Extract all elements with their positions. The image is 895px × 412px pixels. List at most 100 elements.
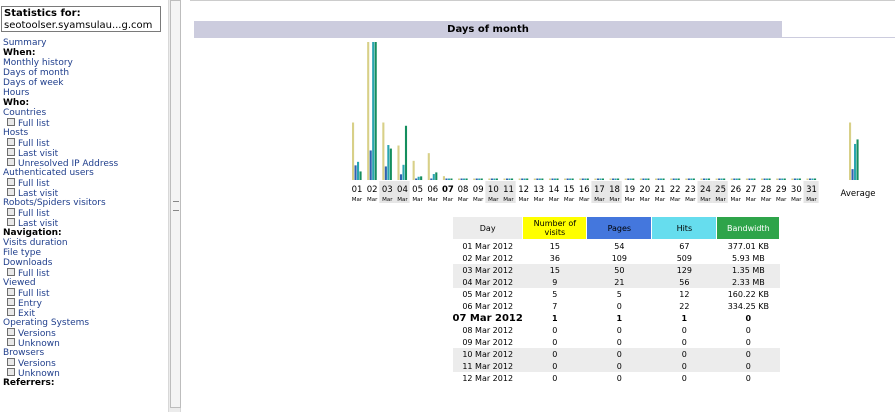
submenu-bullet-icon: [7, 188, 15, 196]
menu-link-monthly-history[interactable]: Monthly history: [3, 58, 118, 68]
bar-visits-day-01: [352, 122, 355, 180]
menu-item-label: Robots/Spiders visitors: [3, 198, 106, 208]
bar-hits-day-30: [796, 178, 799, 180]
statistics-for-label: Statistics for:: [4, 8, 81, 19]
bar-bandwidth-day-21: [662, 178, 665, 180]
bandwidth-cell: 0: [716, 360, 780, 372]
month-label-06: Mar: [428, 197, 439, 203]
menu-link-browsers[interactable]: Browsers: [3, 348, 118, 358]
main-content: Days of month 01 Mar 02 Mar 03 Mar 04 Mar 05 Mar 0…: [182, 0, 895, 412]
pages-cell: 5: [616, 289, 622, 299]
menu-link-days-of-week[interactable]: Days of week: [3, 78, 118, 88]
menu-sublink-unresolved-ip-address[interactable]: Unresolved IP Address: [3, 158, 118, 169]
menu-sublink-last-visit[interactable]: Last visit: [3, 188, 118, 199]
bar-hits-day-05: [417, 176, 420, 180]
day-cell: 08 Mar 2012: [462, 325, 514, 335]
menu-link-countries[interactable]: Countries: [3, 108, 118, 118]
menu-sublink-full-list[interactable]: Full list: [3, 268, 118, 279]
bar-bandwidth-day-16: [586, 178, 589, 180]
menu-link-authenticated-users[interactable]: Authenticated users: [3, 168, 118, 178]
bar-pages-day-22: [672, 178, 675, 180]
menu-sublink-last-visit[interactable]: Last visit: [3, 218, 118, 229]
menu-sublink-unknown[interactable]: Unknown: [3, 368, 118, 379]
bar-pages-day-29: [778, 178, 781, 180]
visits-cell: 0: [552, 325, 558, 335]
menu-sublink-entry[interactable]: Entry: [3, 298, 118, 309]
day-cell: 02 Mar 2012: [462, 253, 514, 263]
menu-link-summary[interactable]: Summary: [3, 38, 118, 48]
bar-visits-day-18: [609, 178, 612, 180]
menu-link-days-of-month[interactable]: Days of month: [3, 68, 118, 78]
visits-cell: 7: [552, 301, 558, 311]
month-label-20: Mar: [640, 197, 651, 203]
day-cell: 10 Mar 2012: [452, 348, 523, 360]
bar-hits-day-13: [538, 178, 541, 180]
menu-link-viewed[interactable]: Viewed: [3, 278, 118, 288]
menu-sublink-full-list[interactable]: Full list: [3, 118, 118, 129]
menu-sublink-last-visit[interactable]: Last visit: [3, 148, 118, 159]
menu-sublink-full-list[interactable]: Full list: [3, 208, 118, 219]
menu-sublink-full-list[interactable]: Full list: [3, 178, 118, 189]
menu-link-operating-systems[interactable]: Operating Systems: [3, 318, 118, 328]
bar-pages-day-03: [384, 166, 387, 180]
menu-item-label: Referrers:: [3, 378, 55, 388]
bar-bandwidth-day-08: [465, 178, 468, 180]
table-row: 06 Mar 2012 7 0 22 334.25 KB: [453, 300, 780, 312]
menu-sublink-versions[interactable]: Versions: [3, 358, 118, 369]
day-label-02: 02: [367, 185, 378, 195]
scrollbar-grip-icon: [173, 201, 179, 211]
column-header-hits[interactable]: Hits: [651, 216, 718, 240]
bar-visits-day-27: [745, 178, 748, 180]
bar-pages-day-16: [581, 178, 584, 180]
menu-link-hours[interactable]: Hours: [3, 88, 118, 98]
day-cell: 09 Mar 2012: [462, 337, 514, 347]
menu-sublink-versions[interactable]: Versions: [3, 328, 118, 339]
hits-cell: 0: [651, 348, 717, 360]
column-header-number-of-visits[interactable]: Number of visits: [522, 216, 588, 240]
menu-link-visits-duration[interactable]: Visits duration: [3, 238, 118, 248]
bandwidth-cell: 0: [745, 313, 752, 323]
menu-sublink-unknown[interactable]: Unknown: [3, 338, 118, 349]
menu-link-hosts[interactable]: Hosts: [3, 128, 118, 138]
submenu-bullet-icon: [7, 288, 15, 296]
menu-link-file-type[interactable]: File type: [3, 248, 118, 258]
month-label-07: Mar: [443, 197, 454, 203]
pages-cell: 109: [611, 253, 627, 263]
sidebar-scrollbar[interactable]: [168, 0, 181, 412]
day-cell: 03 Mar 2012: [452, 264, 523, 276]
column-header-bandwidth[interactable]: Bandwidth: [716, 216, 781, 240]
month-label-31: Mar: [806, 197, 817, 203]
month-label-17: Mar: [594, 197, 605, 203]
menu-section-who: Who:: [3, 98, 118, 108]
submenu-bullet-icon: [7, 148, 15, 156]
column-header-pages[interactable]: Pages: [586, 216, 653, 240]
bar-bandwidth-day-02: [374, 42, 377, 180]
menu-item-label: Days of month: [3, 68, 70, 78]
bar-bandwidth-day-09: [480, 178, 483, 180]
pages-cell: 0: [616, 373, 622, 383]
menu-sublink-full-list[interactable]: Full list: [3, 288, 118, 299]
month-label-12: Mar: [518, 197, 529, 203]
menu-sublink-full-list[interactable]: Full list: [3, 138, 118, 149]
bar-visits-day-19: [624, 178, 627, 180]
days-of-month-table: Day Number of visits Pages Hits Bandwidth 0 1…: [451, 216, 781, 384]
bar-bandwidth-day-20: [647, 178, 650, 180]
bar-hits-day-31: [811, 178, 814, 180]
bar-pages-day-17: [596, 178, 599, 180]
bar-visits-day-30: [791, 178, 794, 180]
day-label-01: 01: [352, 185, 363, 195]
bar-hits-day-03: [387, 145, 390, 180]
bar-visits-day-02: [367, 42, 370, 180]
column-header-day[interactable]: Day: [451, 216, 524, 240]
bar-hits-day-04: [402, 164, 405, 180]
menu-link-robots-spiders-visitors[interactable]: Robots/Spiders visitors: [3, 198, 118, 208]
bar-visits-day-20: [639, 178, 642, 180]
submenu-bullet-icon: [7, 328, 15, 336]
menu-link-downloads[interactable]: Downloads: [3, 258, 118, 268]
bandwidth-cell: 5.93 MB: [731, 253, 765, 263]
bar-bandwidth-day-04: [404, 125, 408, 180]
bar-visits-day-21: [655, 178, 658, 180]
menu-sublink-exit[interactable]: Exit: [3, 308, 118, 319]
month-label-09: Mar: [473, 197, 484, 203]
scrollbar-thumb[interactable]: [170, 0, 181, 408]
